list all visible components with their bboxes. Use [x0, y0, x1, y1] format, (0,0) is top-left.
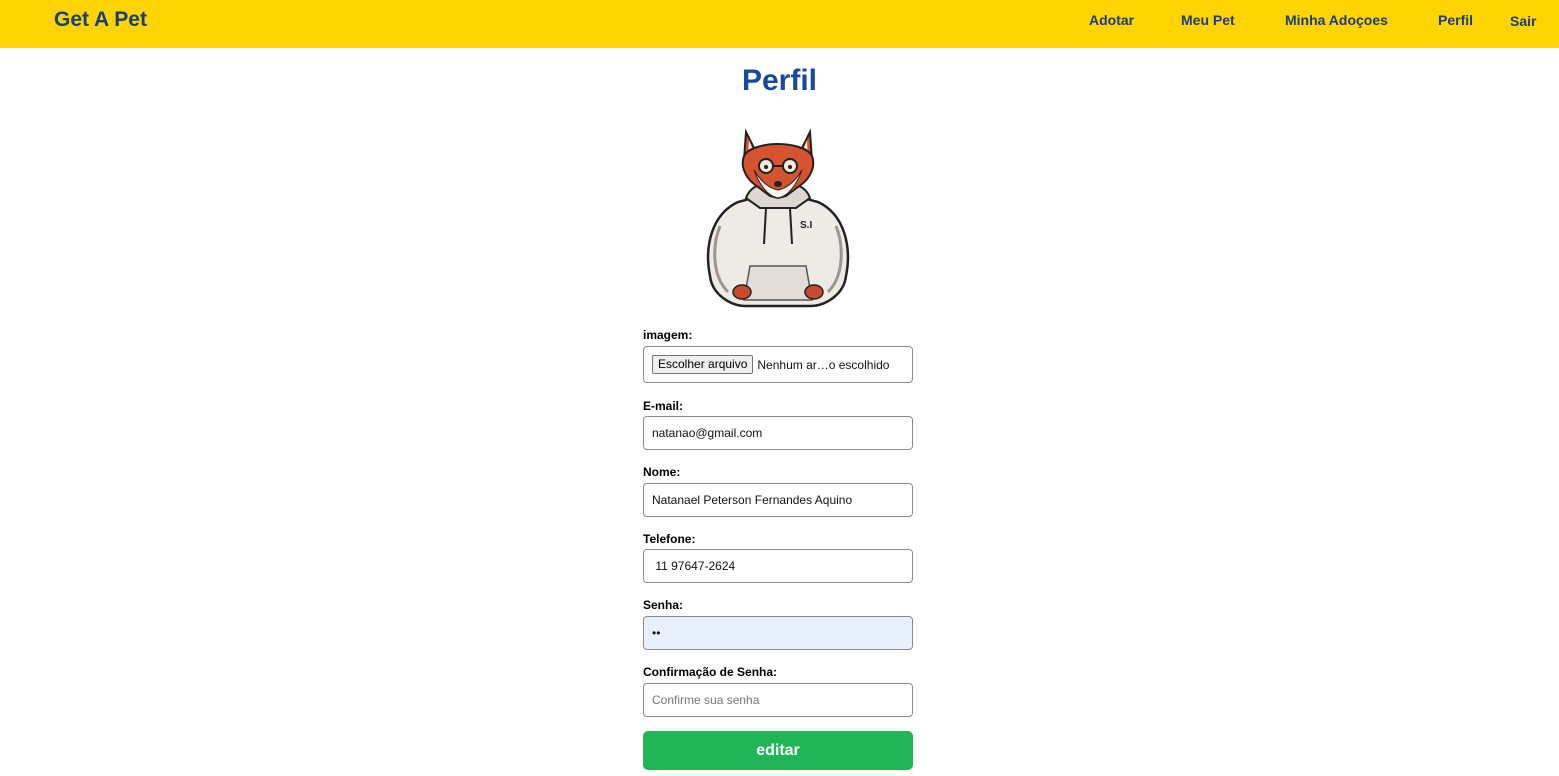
nav-link-perfil[interactable]: Perfil — [1438, 12, 1473, 28]
password-label: Senha: — [643, 598, 684, 612]
nav-link-minha-adocoes[interactable]: Minha Adoçoes — [1285, 12, 1388, 28]
phone-label: Telefone: — [643, 532, 696, 546]
nav-link-meu-pet[interactable]: Meu Pet — [1181, 12, 1235, 28]
nav-link-adotar[interactable]: Adotar — [1089, 12, 1134, 28]
nav-link-sair[interactable]: Sair — [1510, 13, 1536, 29]
choose-file-button[interactable]: Escolher arquivo — [652, 355, 754, 374]
edit-button[interactable]: editar — [643, 731, 913, 770]
email-label: E-mail: — [643, 399, 684, 413]
image-file-input[interactable]: Escolher arquivo Nenhum ar…o escolhido — [643, 346, 913, 383]
name-field[interactable] — [643, 483, 913, 517]
email-field[interactable] — [643, 416, 913, 450]
page-title: Perfil — [741, 64, 818, 97]
avatar-chest-text: S.I — [800, 220, 812, 231]
file-status: Nenhum ar…o escolhido — [757, 357, 890, 372]
password-confirm-field[interactable] — [643, 683, 913, 717]
phone-field[interactable] — [643, 549, 913, 583]
name-label: Nome: — [643, 465, 681, 479]
avatar: S.I — [698, 126, 858, 310]
fox-in-hoodie-avatar-icon: S.I — [706, 128, 850, 308]
password-field[interactable] — [643, 616, 913, 650]
logo-link[interactable]: Get A Pet — [54, 8, 147, 32]
navbar: Get A Pet Adotar Meu Pet Minha Adoçoes P… — [0, 0, 1559, 48]
password-confirm-label: Confirmação de Senha: — [643, 665, 778, 679]
image-label: imagem: — [643, 328, 693, 342]
